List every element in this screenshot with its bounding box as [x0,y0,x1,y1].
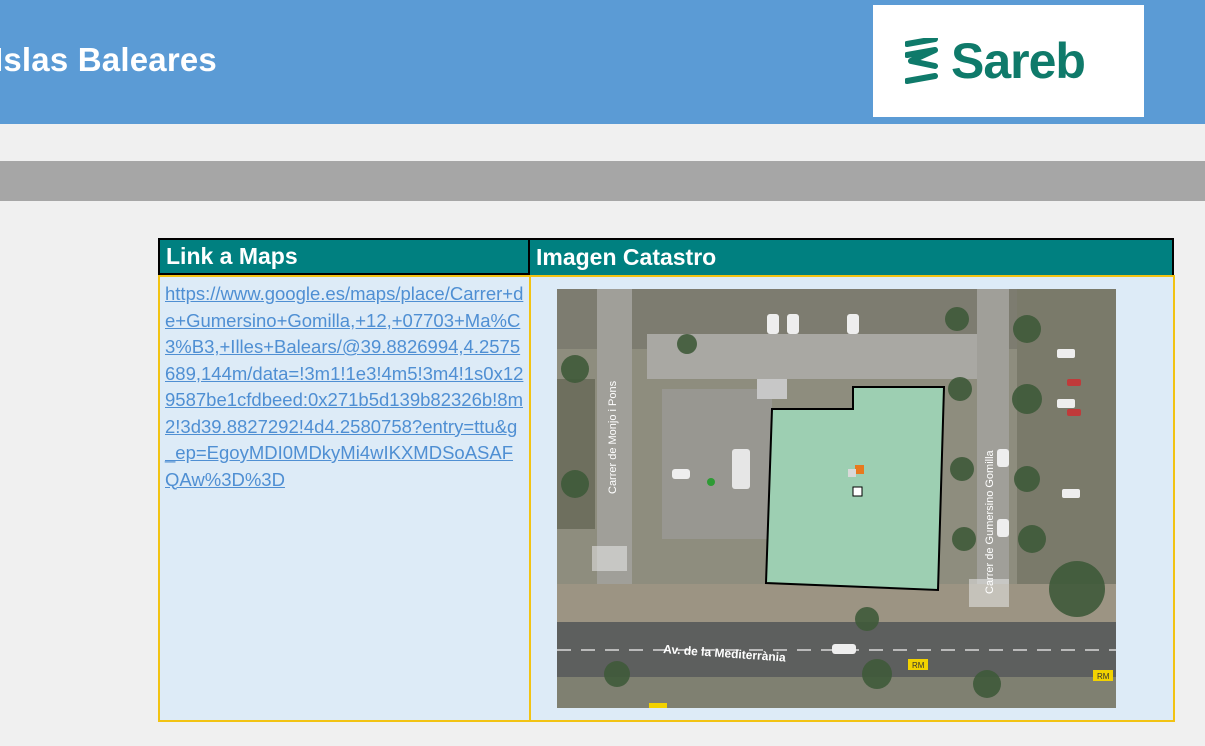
link-maps-cell: https://www.google.es/maps/place/Carrer+… [158,275,531,722]
google-maps-link[interactable]: https://www.google.es/maps/place/Carrer+… [165,281,527,493]
page-title: Islas Baleares [0,41,217,78]
aerial-map-svg: Carrer de Monjo i Pons Carrer de Gumersi… [557,289,1116,708]
column-header-link-maps: Link a Maps [158,238,530,275]
cadastre-aerial-image: Carrer de Monjo i Pons Carrer de Gumersi… [557,289,1116,708]
sareb-logo: Sareb [873,5,1144,117]
location-pin-icon [707,478,715,486]
road-sign-rm-2: RM [1097,672,1110,681]
building-marker-icon [855,465,864,474]
imagen-catastro-cell: Carrer de Monjo i Pons Carrer de Gumersi… [529,275,1175,722]
header-bar: Islas Baleares Sareb [0,0,1205,124]
street-label-gumersino: Carrer de Gumersino Gomilla [984,449,996,594]
section-band [0,161,1205,201]
column-header-imagen-catastro: Imagen Catastro [530,238,1174,275]
street-label-monjo: Carrer de Monjo i Pons [607,380,619,494]
sareb-logo-mark-icon [905,38,938,84]
sareb-logo-text: Sareb [951,33,1086,89]
road-sign-rm-1: RM [912,661,925,670]
